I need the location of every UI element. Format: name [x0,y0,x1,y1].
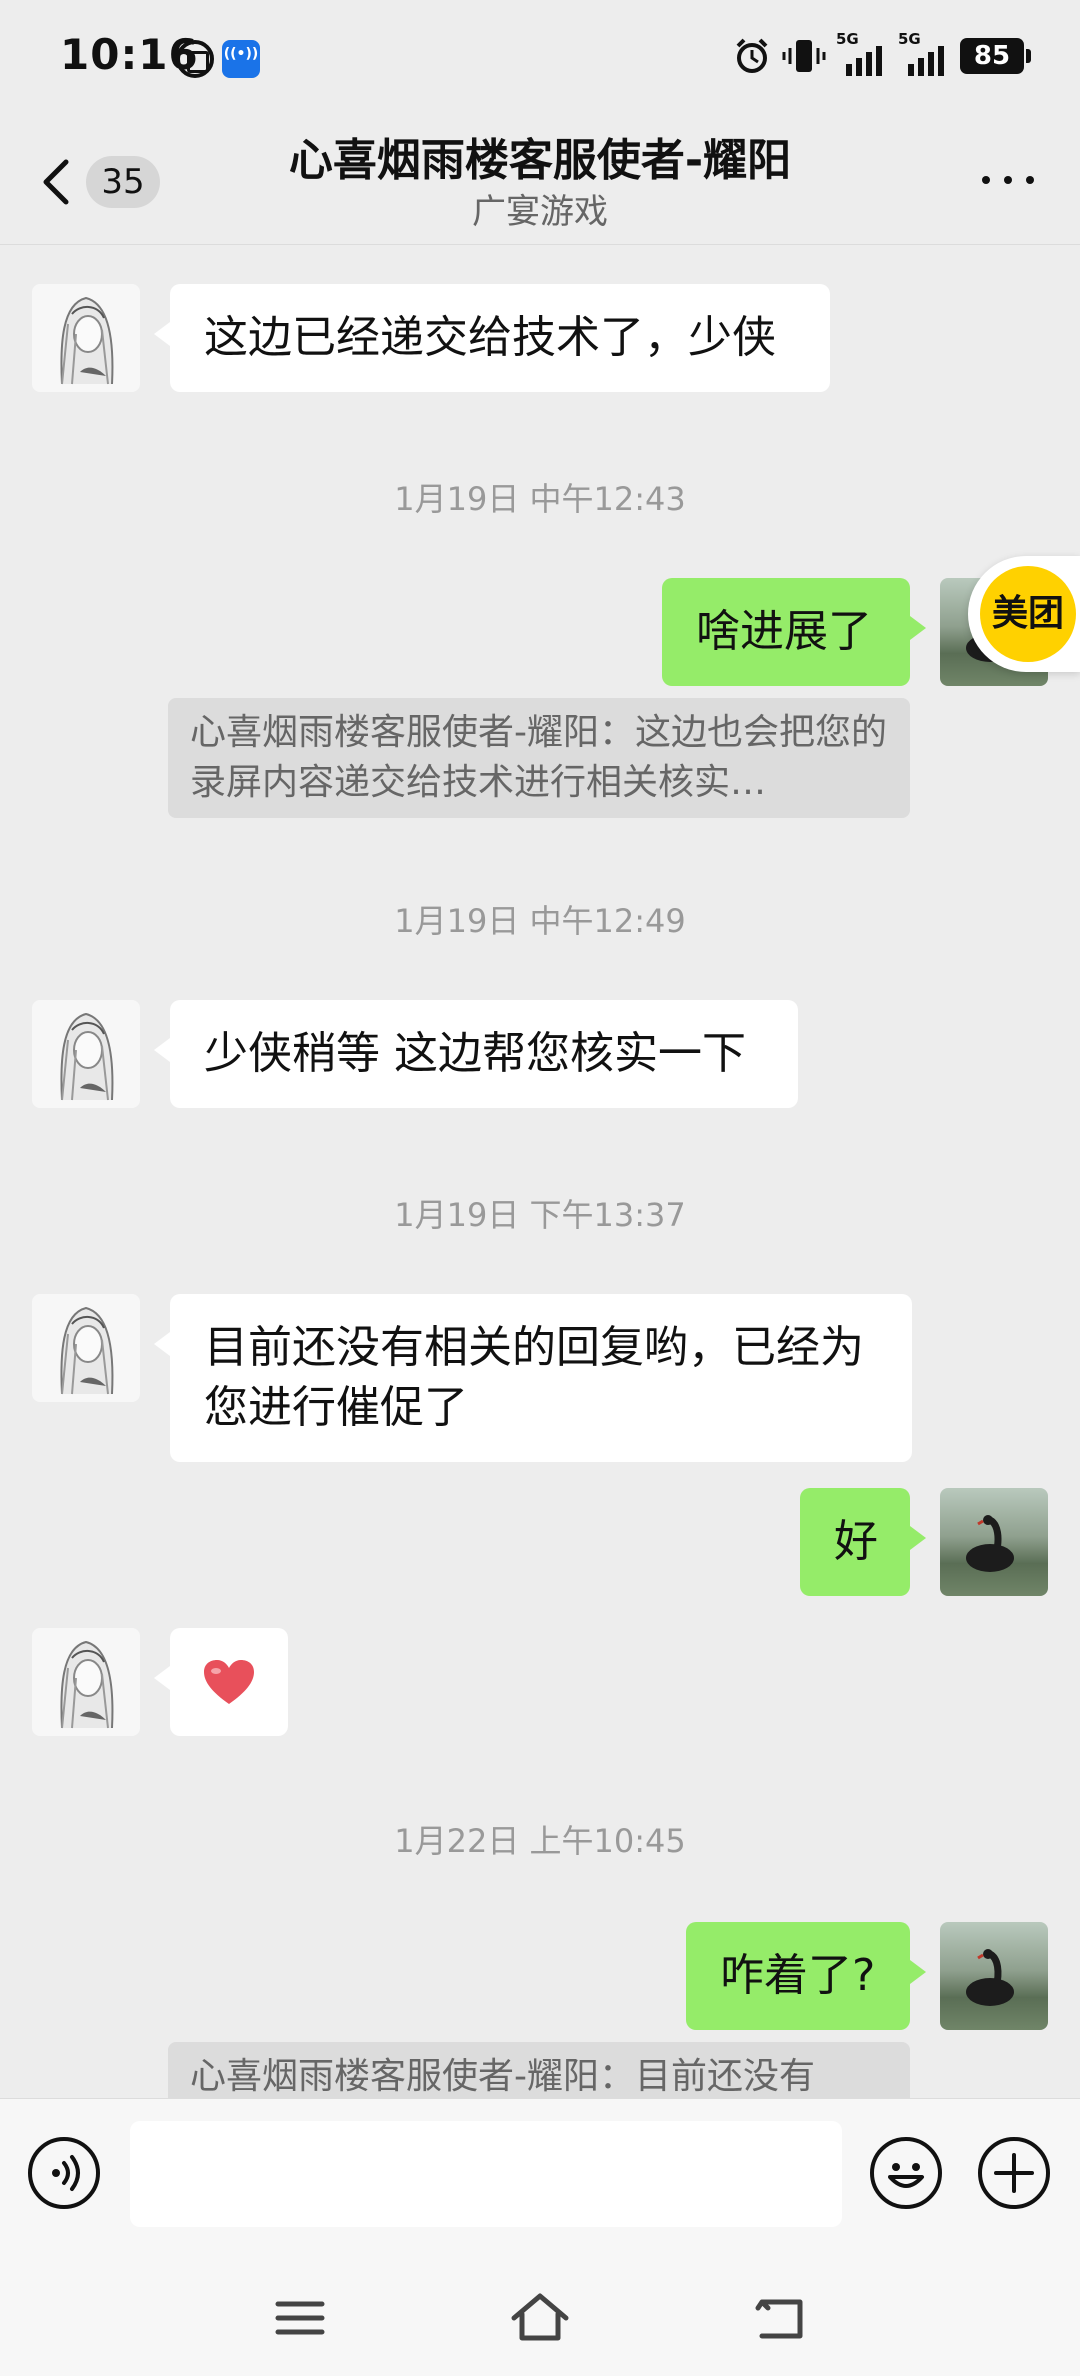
message-list[interactable]: 这边已经递交给技术了，少侠 1月19日 中午12:43 啥进展了 心喜烟雨楼客服… [0,246,1080,2098]
signal-icon-1: 5G [836,30,888,76]
avatar[interactable] [32,1294,140,1402]
more-functions-button[interactable] [978,2137,1050,2209]
avatar[interactable] [32,1000,140,1108]
message-bubble-outgoing[interactable]: 啥进展了 [662,578,926,686]
signal-icon-2: 5G [898,30,950,76]
message-timestamp: 1月19日 下午13:37 [394,1196,686,1234]
quoted-message-text: 心喜烟雨楼客服使者-耀阳：目前还没有 [190,2056,815,2097]
menu-nav-button[interactable] [268,2286,332,2350]
message-bubble-incoming[interactable]: 目前还没有相关的回复哟，已经为您进行催促了 [154,1294,912,1462]
home-nav-button[interactable] [508,2286,572,2350]
message-input[interactable] [130,2121,842,2227]
system-navigation-bar [0,2258,1080,2376]
input-bar [0,2098,1080,2258]
meituan-logo: 美团 [980,566,1076,662]
system-indicators: 5G 5G 85 [732,30,1031,78]
avatar[interactable] [32,1628,140,1736]
chat-header: 35 心喜烟雨楼客服使者-耀阳 广宴游戏 [0,120,1080,245]
message-bubble-incoming[interactable]: 少侠稍等 这边帮您核实一下 [154,1000,798,1108]
message-bubble-incoming[interactable] [154,1628,288,1736]
status-bar: 10:16 5G 5G [0,0,1080,120]
menu-icon [275,2301,325,2335]
character-portrait-icon [60,1306,114,1395]
alarm-icon [736,38,768,73]
message-timestamp: 1月19日 中午12:49 [394,902,686,940]
chat-title: 心喜烟雨楼客服使者-耀阳 [288,135,792,186]
black-swan-icon [966,1515,1014,1572]
avatar[interactable] [32,284,140,392]
quoted-message[interactable]: 心喜烟雨楼客服使者-耀阳：这边也会把您的录屏内容递交给技术进行相关核实… [168,698,910,818]
black-swan-icon [966,1949,1014,2006]
more-options-button[interactable] [980,170,1036,190]
message-bubble-outgoing[interactable]: 好 [800,1488,926,1596]
vibrate-icon [782,40,826,72]
more-dots-icon [982,176,990,184]
emoji-icon [888,2163,924,2188]
voice-icon [52,2155,80,2191]
message-timestamp: 1月22日 上午10:45 [394,1822,686,1860]
return-icon [755,2299,803,2339]
character-portrait-icon [60,1012,114,1101]
wechat-chat-screen: 10:16 5G 5G [0,0,1080,2376]
plus-icon [994,2153,1034,2193]
chevron-left-icon [43,159,69,205]
character-portrait-icon [60,296,114,385]
floating-meituan-button[interactable]: 美团 [968,556,1080,672]
home-icon [511,2293,569,2341]
quoted-message[interactable]: 心喜烟雨楼客服使者-耀阳：目前还没有 [168,2042,910,2098]
unread-count-badge: 35 [86,156,160,208]
hotspot-icon [222,40,260,78]
chat-subtitle: 广宴游戏 [472,192,608,232]
battery-indicator: 85 [960,38,1031,74]
character-portrait-icon [60,1640,114,1729]
self-avatar[interactable] [940,1488,1048,1596]
self-avatar[interactable] [940,1922,1048,2030]
message-bubble-outgoing[interactable]: 咋着了? [686,1922,926,2030]
app-notification-icon [176,40,214,78]
back-nav-button[interactable] [748,2286,812,2350]
voice-input-button[interactable] [28,2137,100,2209]
heart-emoji-icon [204,1660,254,1704]
quoted-message-text: 心喜烟雨楼客服使者-耀阳：这边也会把您的录屏内容递交给技术进行相关核实… [190,712,887,803]
back-button[interactable]: 35 [36,150,166,214]
message-timestamp: 1月19日 中午12:43 [394,480,686,518]
message-bubble-incoming[interactable]: 这边已经递交给技术了，少侠 [154,284,830,392]
emoji-button[interactable] [870,2137,942,2209]
